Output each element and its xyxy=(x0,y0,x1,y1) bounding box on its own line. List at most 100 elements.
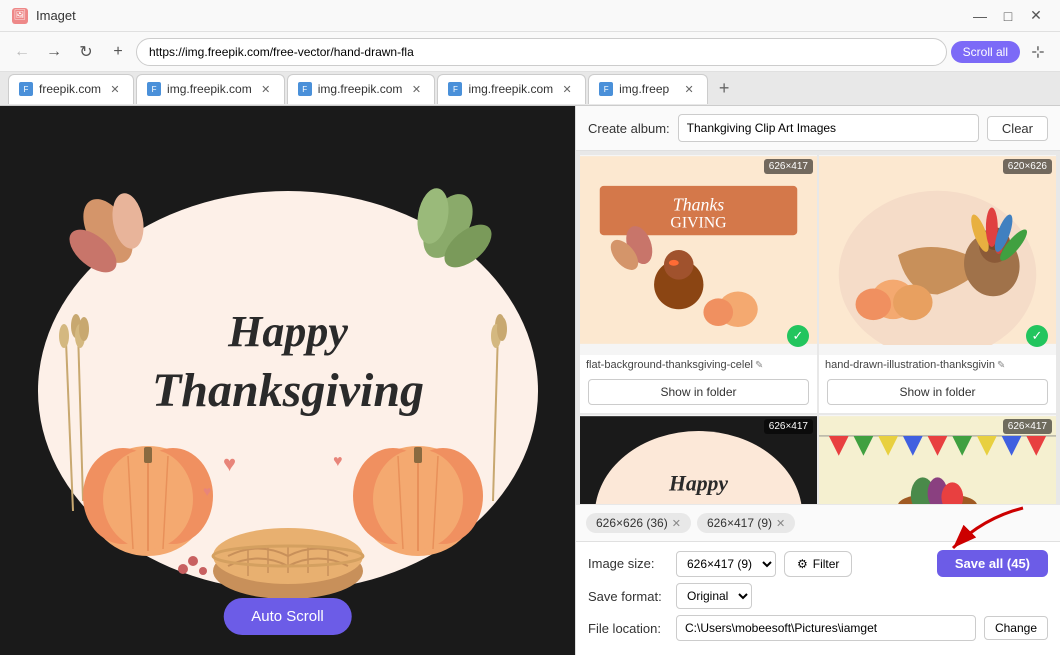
image-grid: Thanks GIVING 626×417 ✓ xyxy=(576,151,1060,504)
tab-3[interactable]: F img.freepik.com ✕ xyxy=(437,74,586,104)
tab-close-4[interactable]: ✕ xyxy=(681,81,697,97)
size-tag-remove-1[interactable]: ✕ xyxy=(776,517,785,530)
tab-2[interactable]: F img.freepik.com ✕ xyxy=(287,74,436,104)
add-tab-button[interactable]: + xyxy=(710,75,738,103)
tab-0[interactable]: F freepik.com ✕ xyxy=(8,74,134,104)
bottom-controls: Image size: 626×417 (9) ⚙ Filter Save al… xyxy=(576,541,1060,655)
file-location-input[interactable] xyxy=(676,615,976,641)
image-cell-1[interactable]: 620×626 ✓ xyxy=(819,155,1056,355)
img-badge-0: 626×417 xyxy=(764,159,813,174)
app-icon: 🖼 xyxy=(12,8,28,24)
minimize-button[interactable]: — xyxy=(968,4,992,28)
image-size-select[interactable]: 626×417 (9) xyxy=(676,551,776,577)
tab-label-3: img.freepik.com xyxy=(468,82,553,96)
browser-content: Happy Thanksgiving ♥ ♥ ♥ xyxy=(0,106,575,655)
image-cell-2[interactable]: Happy Thanksgiving xyxy=(580,415,817,504)
app-title: Imaget xyxy=(36,8,76,23)
image-info-1: hand-drawn-illustration-thanksgivin ✎ xyxy=(819,355,1056,375)
red-arrow-annotation xyxy=(923,498,1043,553)
forward-button[interactable]: → xyxy=(40,38,68,66)
image-info-0: flat-background-thanksgiving-celel ✎ xyxy=(580,355,817,375)
svg-text:♥: ♥ xyxy=(223,451,236,476)
url-bar[interactable] xyxy=(136,38,947,66)
save-all-button[interactable]: Save all (45) xyxy=(937,550,1048,577)
right-panel: Create album: Clear Thanks GIVING xyxy=(575,106,1060,655)
back-button[interactable]: ← xyxy=(8,38,36,66)
close-button[interactable]: ✕ xyxy=(1024,4,1048,28)
album-label: Create album: xyxy=(588,121,670,136)
tab-favicon-4: F xyxy=(599,82,613,96)
svg-text:Happy: Happy xyxy=(227,307,348,356)
scroll-all-button[interactable]: Scroll all xyxy=(951,41,1020,63)
tab-label-4: img.freep xyxy=(619,82,675,96)
file-location-label: File location: xyxy=(588,621,668,636)
size-tag-remove-0[interactable]: ✕ xyxy=(672,517,681,530)
filter-button[interactable]: ⚙ Filter xyxy=(784,551,852,577)
check-circle-1: ✓ xyxy=(1026,325,1048,347)
image-card-3: THANKSGIVING 626×417 ✓ flat-thanksgiving… xyxy=(819,415,1056,504)
control-row-2: Save format: Original xyxy=(588,583,1048,609)
img-badge-3: 626×417 xyxy=(1003,419,1052,434)
image-area: Happy Thanksgiving ♥ ♥ ♥ xyxy=(0,106,575,655)
tab-close-0[interactable]: ✕ xyxy=(107,81,123,97)
show-folder-btn-1[interactable]: Show in folder xyxy=(827,379,1048,405)
image-card-2: Happy Thanksgiving xyxy=(580,415,817,504)
img-badge-2: 626×417 xyxy=(764,419,813,434)
size-tag-label-0: 626×626 (36) xyxy=(596,516,668,530)
tab-favicon-2: F xyxy=(298,82,312,96)
tab-close-1[interactable]: ✕ xyxy=(258,81,274,97)
svg-text:Happy: Happy xyxy=(668,471,728,495)
svg-text:♥: ♥ xyxy=(333,453,343,470)
size-tag-1: 626×417 (9) ✕ xyxy=(697,513,795,533)
refresh-button[interactable]: ↻ xyxy=(72,38,100,66)
title-bar: 🖼 Imaget — □ ✕ xyxy=(0,0,1060,32)
image-cell-3[interactable]: THANKSGIVING 626×417 ✓ xyxy=(819,415,1056,504)
nav-bar: ← → ↻ + Scroll all ⊹ xyxy=(0,32,1060,72)
image-card-1: 620×626 ✓ hand-drawn-illustration-thanks… xyxy=(819,155,1056,413)
maximize-button[interactable]: □ xyxy=(996,4,1020,28)
clear-button[interactable]: Clear xyxy=(987,116,1048,141)
edit-icon-0[interactable]: ✎ xyxy=(755,360,763,371)
svg-text:Thanks: Thanks xyxy=(673,195,724,215)
check-circle-0: ✓ xyxy=(787,325,809,347)
tab-favicon-0: F xyxy=(19,82,33,96)
control-row-3: File location: Change xyxy=(588,615,1048,641)
tab-label-0: freepik.com xyxy=(39,82,101,96)
svg-text:Thanksgiving: Thanksgiving xyxy=(151,364,423,417)
filter-label: Filter xyxy=(813,557,840,571)
svg-text:♥: ♥ xyxy=(203,483,211,499)
save-format-label: Save format: xyxy=(588,589,668,604)
svg-text:GIVING: GIVING xyxy=(670,214,726,231)
album-input[interactable] xyxy=(678,114,979,142)
svg-text:Thanksgiving: Thanksgiving xyxy=(643,503,755,504)
save-format-select[interactable]: Original xyxy=(676,583,752,609)
show-folder-btn-0[interactable]: Show in folder xyxy=(588,379,809,405)
auto-scroll-button[interactable]: Auto Scroll xyxy=(223,598,352,635)
image-cell-0[interactable]: Thanks GIVING 626×417 ✓ xyxy=(580,155,817,355)
image-name-1: hand-drawn-illustration-thanksgivin xyxy=(825,359,995,371)
new-tab-button[interactable]: + xyxy=(104,38,132,66)
thumbnail-1 xyxy=(819,155,1056,345)
tab-label-1: img.freepik.com xyxy=(167,82,252,96)
tab-4[interactable]: F img.freep ✕ xyxy=(588,74,708,104)
image-name-0: flat-background-thanksgiving-celel xyxy=(586,359,753,371)
control-row-1: Image size: 626×417 (9) ⚙ Filter Save al… xyxy=(588,550,1048,577)
size-tag-0: 626×626 (36) ✕ xyxy=(586,513,691,533)
tab-label-2: img.freepik.com xyxy=(318,82,403,96)
image-card-0: Thanks GIVING 626×417 ✓ xyxy=(580,155,817,413)
tab-close-3[interactable]: ✕ xyxy=(559,81,575,97)
tab-bar: F freepik.com ✕ F img.freepik.com ✕ F im… xyxy=(0,72,1060,106)
bookmark-button[interactable]: ⊹ xyxy=(1024,38,1052,66)
filter-icon: ⚙ xyxy=(797,557,808,571)
image-size-label: Image size: xyxy=(588,556,668,571)
album-bar: Create album: Clear xyxy=(576,106,1060,151)
tab-1[interactable]: F img.freepik.com ✕ xyxy=(136,74,285,104)
img-badge-1: 620×626 xyxy=(1003,159,1052,174)
tab-close-2[interactable]: ✕ xyxy=(408,81,424,97)
size-tag-label-1: 626×417 (9) xyxy=(707,516,772,530)
edit-icon-1[interactable]: ✎ xyxy=(997,360,1005,371)
change-button[interactable]: Change xyxy=(984,616,1048,640)
thumbnail-0: Thanks GIVING xyxy=(580,155,817,345)
tab-favicon-3: F xyxy=(448,82,462,96)
tab-favicon-1: F xyxy=(147,82,161,96)
